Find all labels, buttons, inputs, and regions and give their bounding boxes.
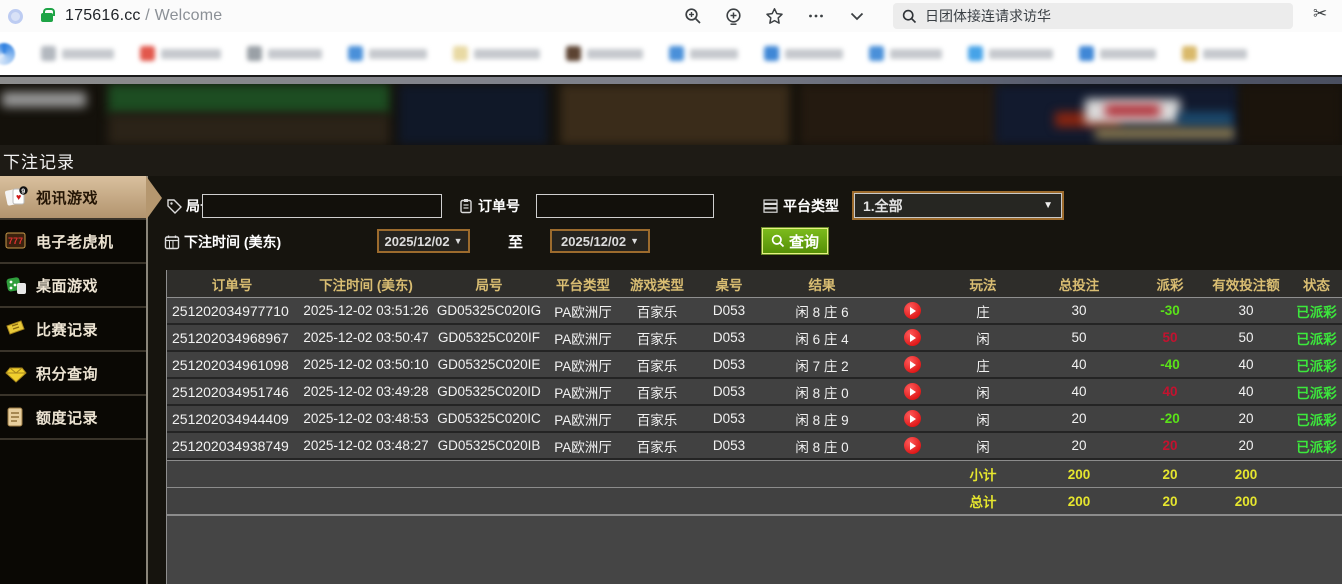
play-video-icon[interactable] [904,329,921,346]
more-options-icon[interactable] [806,7,825,26]
bet-time-label-group: 下注时间 (美东) [164,232,281,252]
search-suggestion-text: 日团体接连请求访华 [925,6,1051,26]
bookmarks-bar [0,32,1342,77]
play-video-icon[interactable] [904,410,921,427]
bet-records-table: 订单号下注时间 (美东)局号平台类型游戏类型桌号结果玩法总投注派彩有效投注额状态… [166,270,1342,584]
server-list-icon [762,198,779,214]
table-row: 2512020349387492025-12-02 03:48:27GD0532… [167,433,1342,460]
circle-plus-icon[interactable] [724,7,743,26]
table-row: 2512020349777102025-12-02 03:51:26GD0532… [167,298,1342,325]
dropdown-arrow-icon: ▼ [454,236,463,246]
game-no-input[interactable] [202,194,442,218]
sidebar-item-table-games[interactable]: 桌面游戏 [0,264,146,308]
clipboard-icon [458,198,474,214]
search-icon [771,234,785,248]
sidebar-item-points-query[interactable]: 积分查询 [0,352,146,396]
gem-icon [4,362,28,384]
sidebar: ♥9 视讯游戏 777 电子老虎机 桌面游戏 比赛记录 积分查询 额度记录 [0,176,148,584]
table-row: 2512020349444092025-12-02 03:48:53GD0532… [167,406,1342,433]
bookmark-item[interactable] [348,46,427,61]
screen: 175616.cc / Welcome 日团体接连请求访华 ✂ [0,0,1342,584]
browser-profile-icon[interactable] [8,9,23,24]
bookmark-item[interactable] [566,46,643,61]
bookmark-item[interactable] [669,46,738,61]
sidebar-filler [0,440,146,584]
query-button[interactable]: 查询 [762,228,828,254]
play-video-icon[interactable] [904,437,921,454]
ticket-icon [4,318,28,340]
bookmark-item[interactable] [140,46,221,61]
bookmark-item[interactable] [453,46,540,61]
table-header-row: 订单号下注时间 (美东)局号平台类型游戏类型桌号结果玩法总投注派彩有效投注额状态 [167,270,1342,298]
dropdown-arrow-icon: ▼ [1043,200,1053,211]
content-area: 局号 订单号 平台类型 1.全部 ▼ 下注时间 (美 [148,176,1342,584]
url-host: 175616.cc [65,7,141,24]
bookmark-item[interactable] [1079,46,1156,61]
zoom-icon[interactable] [683,7,702,26]
favorite-star-icon[interactable] [765,7,784,26]
sidebar-item-label: 积分查询 [36,363,98,384]
bookmark-item[interactable] [247,46,322,61]
page-title: 下注记录 [3,148,75,173]
search-icon [902,9,917,24]
bookmark-item[interactable] [968,46,1053,61]
table-row: 2512020349689672025-12-02 03:50:47GD0532… [167,325,1342,352]
table-row: 2512020349517462025-12-02 03:49:28GD0532… [167,379,1342,406]
sidebar-item-match-records[interactable]: 比赛记录 [0,308,146,352]
page-title-bar: 下注记录 [0,145,1342,176]
play-video-icon[interactable] [904,302,921,319]
scissors-icon[interactable]: ✂ [1313,4,1327,24]
filter-panel: 局号 订单号 平台类型 1.全部 ▼ 下注时间 (美 [148,176,1342,270]
table-empty-area [167,514,1342,584]
play-video-icon[interactable] [904,356,921,373]
play-video-icon[interactable] [904,383,921,400]
tag-icon [166,198,182,214]
browser-search-box[interactable]: 日团体接连请求访华 [893,3,1293,29]
chevron-down-icon[interactable] [847,7,866,26]
sidebar-item-slots[interactable]: 777 电子老虎机 [0,220,146,264]
dropdown-arrow-icon: ▼ [630,236,639,246]
sidebar-item-video-games[interactable]: ♥9 视讯游戏 [0,176,146,220]
bookmark-item[interactable] [869,46,942,61]
banner-top-strip [0,77,1342,84]
platform-type-select[interactable]: 1.全部 ▼ [854,193,1062,218]
bookmark-item[interactable] [41,46,114,61]
order-no-input[interactable] [536,194,714,218]
site-banner [0,84,1342,145]
url-path: / Welcome [141,7,223,24]
sidebar-item-label: 电子老虎机 [36,231,114,252]
calendar-icon [164,234,180,250]
sidebar-item-label: 视讯游戏 [36,187,98,208]
cards-icon: ♥9 [4,186,28,208]
dice-icon [4,274,28,296]
address-bar[interactable]: 175616.cc / Welcome [65,7,222,25]
grand-total-row: 总计20020200 [167,487,1342,514]
sidebar-item-label: 额度记录 [36,407,98,428]
grand-total-label: 总计 [947,491,1019,511]
app-logo-icon[interactable] [0,43,15,65]
bookmark-item[interactable] [1182,46,1247,61]
lock-icon[interactable] [41,13,53,22]
date-to-select[interactable]: 2025/12/02▼ [550,229,650,253]
svg-text:9: 9 [21,189,25,196]
browser-toolbar: 175616.cc / Welcome 日团体接连请求访华 ✂ [0,0,1342,32]
date-from-select[interactable]: 2025/12/02▼ [377,229,470,253]
sidebar-item-label: 桌面游戏 [36,275,98,296]
slot-machine-icon: 777 [4,230,28,252]
svg-text:777: 777 [8,236,23,246]
table-row: 2512020349610982025-12-02 03:50:10GD0532… [167,352,1342,379]
platform-type-label-group: 平台类型 [762,196,839,216]
subtotal-label: 小计 [947,464,1019,484]
order-no-label-group: 订单号 [458,196,520,216]
to-label: 至 [508,231,523,252]
bookmark-item[interactable] [764,46,843,61]
sidebar-item-quota-records[interactable]: 额度记录 [0,396,146,440]
sidebar-item-label: 比赛记录 [36,319,98,340]
subtotal-row: 小计20020200 [167,460,1342,487]
document-icon [4,406,28,428]
